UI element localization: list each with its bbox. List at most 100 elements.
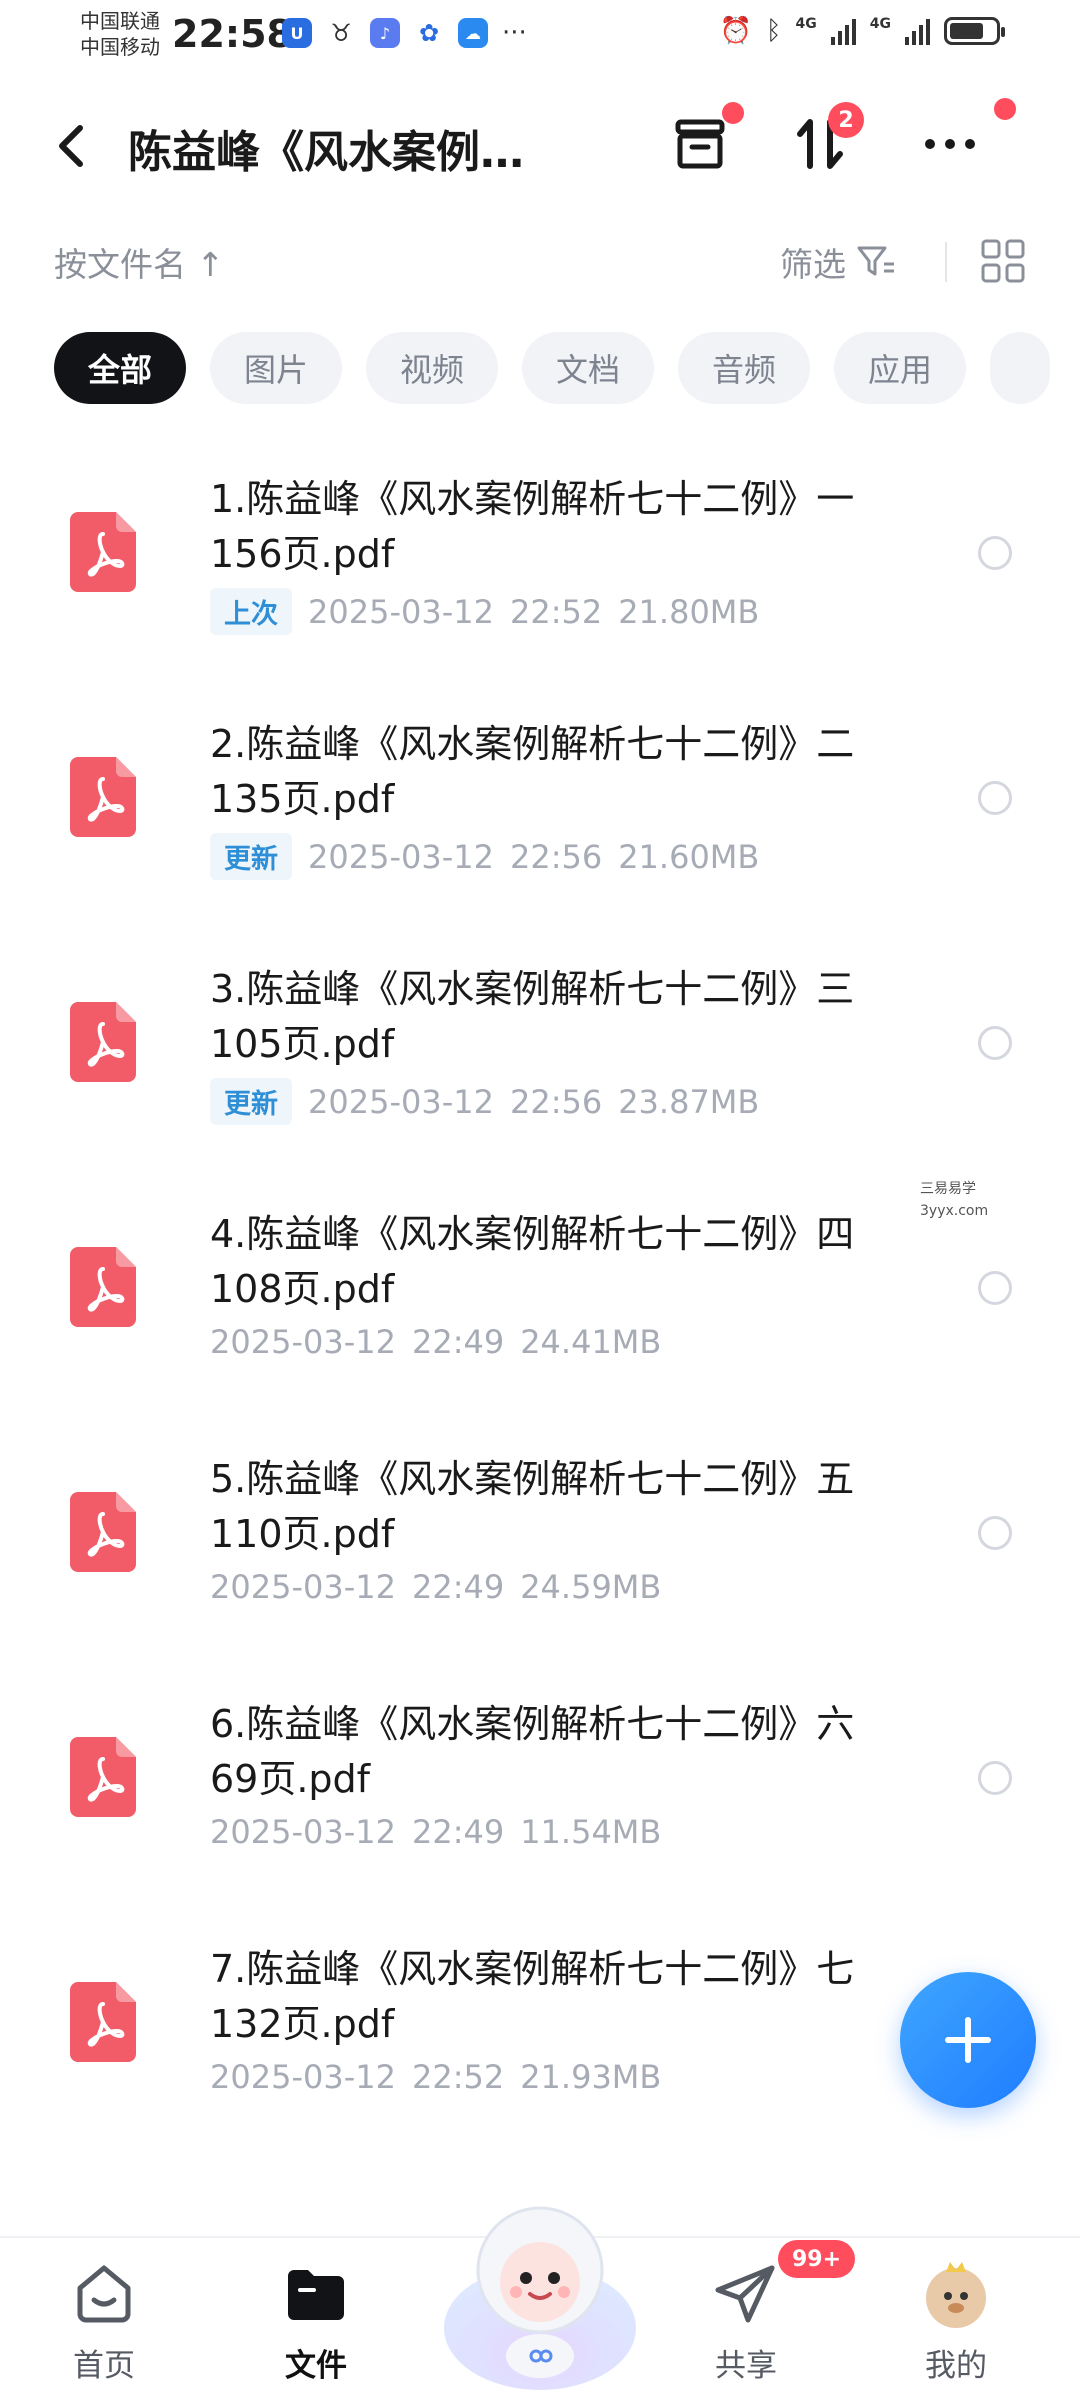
alarm-icon: ⏰ — [719, 16, 752, 46]
file-size: 11.54MB — [520, 1813, 662, 1851]
signal-icon-2 — [905, 17, 930, 45]
file-meta: 上次 2025-03-12 22:52 21.80MB — [210, 588, 759, 635]
mascot-icon[interactable] — [432, 2178, 648, 2398]
select-radio[interactable] — [978, 1026, 1012, 1060]
divider — [945, 242, 947, 282]
more-options-button[interactable] — [910, 98, 1016, 184]
pdf-file-icon — [70, 512, 136, 592]
chip-all[interactable]: 全部 — [54, 332, 186, 404]
pdf-file-icon — [70, 1982, 136, 2062]
bluetooth-icon: ᛒ — [765, 16, 782, 46]
file-size: 24.59MB — [520, 1568, 662, 1606]
bottom-tab-bar: 首页 文件 共享 我的 — [0, 2206, 1080, 2400]
chevron-left-icon — [59, 125, 83, 167]
select-radio[interactable] — [978, 1271, 1012, 1305]
select-radio[interactable] — [978, 536, 1012, 570]
battery-icon — [944, 17, 1005, 45]
select-radio[interactable] — [978, 781, 1012, 815]
chip-audio[interactable]: 音频 — [678, 332, 810, 404]
archive-red-dot — [722, 102, 744, 124]
file-row[interactable]: 5.陈益峰《风水案例解析七十二例》五 110页.pdf 2025-03-12 2… — [0, 1436, 1080, 1681]
archive-icon — [675, 119, 725, 169]
pdf-file-icon — [70, 1002, 136, 1082]
more-icon — [925, 139, 975, 149]
file-meta: 2025-03-12 22:49 11.54MB — [210, 1813, 661, 1851]
tab-mine-label: 我的 — [925, 2348, 987, 2384]
transfer-count-badge: 2 — [828, 102, 864, 138]
file-size: 24.41MB — [520, 1323, 662, 1361]
file-row[interactable]: 6.陈益峰《风水案例解析七十二例》六 69页.pdf 2025-03-12 22… — [0, 1681, 1080, 1926]
file-row[interactable]: 4.陈益峰《风水案例解析七十二例》四 108页.pdf 2025-03-12 2… — [0, 1191, 1080, 1436]
pdf-file-icon — [70, 1492, 136, 1572]
grid-view-toggle[interactable] — [980, 238, 1026, 284]
sort-bar: 按文件名 ↑ 筛选 — [0, 228, 1080, 298]
notification-icons: U ♉ ♪ ✿ ☁ ··· — [282, 18, 527, 48]
file-time: 22:49 — [411, 1323, 505, 1361]
file-row[interactable]: 1.陈益峰《风水案例解析七十二例》一 156页.pdf 上次 2025-03-1… — [0, 456, 1080, 701]
file-row[interactable]: 3.陈益峰《风水案例解析七十二例》三 105页.pdf 更新 2025-03-1… — [0, 946, 1080, 1191]
file-meta: 2025-03-12 22:49 24.41MB — [210, 1323, 661, 1361]
tab-mine[interactable]: 我的 — [886, 2258, 1026, 2385]
chip-documents[interactable]: 文档 — [522, 332, 654, 404]
sort-by-name-button[interactable]: 按文件名 ↑ — [54, 238, 224, 286]
header: 陈益峰《风水案例… 2 — [0, 90, 1080, 200]
chip-images[interactable]: 图片 — [210, 332, 342, 404]
weather-app-icon: ☁ — [458, 18, 488, 48]
alarm-app-icon: ♉ — [326, 18, 356, 48]
chip-more-partial[interactable] — [990, 332, 1050, 404]
app-notification-icon: U — [282, 18, 312, 48]
pdf-file-icon — [70, 1737, 136, 1817]
back-button[interactable] — [50, 116, 94, 176]
grid-icon — [981, 239, 1025, 283]
archive-button[interactable] — [660, 102, 744, 184]
baidu-app-icon: ✿ — [414, 18, 444, 48]
signal-icon-1 — [830, 17, 856, 45]
file-meta: 更新 2025-03-12 22:56 23.87MB — [210, 1078, 759, 1125]
file-date: 2025-03-12 — [210, 1323, 396, 1361]
file-time: 22:52 — [509, 592, 603, 631]
filter-button[interactable]: 筛选 — [780, 238, 896, 286]
system-icons: ⏰ ᛒ 4G 4G — [719, 16, 1005, 46]
chip-apps[interactable]: 应用 — [834, 332, 966, 404]
file-time: 22:56 — [509, 837, 603, 876]
watermark-line-1: 三易易学 — [920, 1181, 976, 1197]
network-type-2: 4G — [869, 16, 891, 32]
file-list: 1.陈益峰《风水案例解析七十二例》一 156页.pdf 上次 2025-03-1… — [0, 456, 1080, 2171]
file-name: 4.陈益峰《风水案例解析七十二例》四 108页.pdf — [210, 1212, 855, 1311]
pdf-file-icon — [70, 757, 136, 837]
tab-files[interactable]: 文件 — [246, 2258, 386, 2385]
file-time: 22:49 — [411, 1813, 505, 1851]
transfer-button[interactable]: 2 — [780, 102, 864, 184]
select-radio[interactable] — [978, 1761, 1012, 1795]
file-name: 7.陈益峰《风水案例解析七十二例》七 132页.pdf — [210, 1947, 855, 2046]
select-radio[interactable] — [978, 1516, 1012, 1550]
add-button[interactable] — [900, 1972, 1036, 2108]
file-row[interactable]: 2.陈益峰《风水案例解析七十二例》二 135页.pdf 更新 2025-03-1… — [0, 701, 1080, 946]
avatar-icon — [926, 2262, 986, 2328]
chip-videos[interactable]: 视频 — [366, 332, 498, 404]
file-name: 5.陈益峰《风水案例解析七十二例》五 110页.pdf — [210, 1457, 855, 1556]
more-notifications-icon: ··· — [502, 18, 527, 48]
filter-label: 筛选 — [780, 245, 846, 284]
watermark: 三易易学 3yyx.com — [920, 1178, 988, 1222]
carrier-2: 中国移动 — [80, 35, 160, 59]
watermark-line-2: 3yyx.com — [920, 1203, 989, 1219]
status-bar: 中国联通 中国移动 22:58 U ♉ ♪ ✿ ☁ ··· ⏰ ᛒ 4G 4G — [0, 0, 1080, 72]
file-tag: 上次 — [210, 588, 292, 635]
paper-plane-icon — [715, 2265, 775, 2323]
filter-icon — [857, 246, 894, 276]
file-name: 2.陈益峰《风水案例解析七十二例》二 135页.pdf — [210, 722, 855, 821]
file-meta: 2025-03-12 22:49 24.59MB — [210, 1568, 661, 1606]
file-tag: 更新 — [210, 833, 292, 880]
file-time: 22:56 — [509, 1082, 603, 1121]
file-size: 21.93MB — [520, 2058, 662, 2096]
file-date: 2025-03-12 — [308, 1082, 494, 1121]
network-type-1: 4G — [795, 16, 817, 32]
file-date: 2025-03-12 — [210, 1568, 396, 1606]
file-meta: 2025-03-12 22:52 21.93MB — [210, 2058, 661, 2096]
tab-home[interactable]: 首页 — [34, 2258, 174, 2385]
plus-icon — [945, 2017, 991, 2063]
carrier-labels: 中国联通 中国移动 — [80, 8, 160, 60]
file-time: 22:52 — [411, 2058, 505, 2096]
file-size: 21.60MB — [618, 837, 760, 876]
